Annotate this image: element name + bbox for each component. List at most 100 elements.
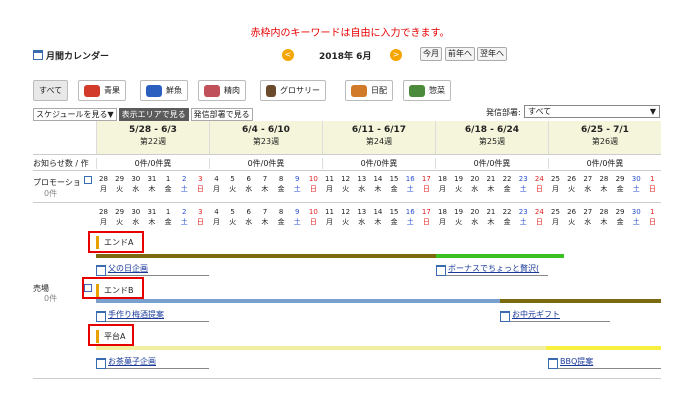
- event-item[interactable]: 手作り梅酒提案: [96, 309, 209, 322]
- weekday-label: 日: [648, 218, 656, 226]
- category-label: 日配: [371, 86, 387, 95]
- add-icon[interactable]: [84, 176, 92, 184]
- weekday-label: 土: [406, 218, 414, 226]
- schedule-bar[interactable]: [436, 254, 564, 258]
- day-number: 22: [502, 175, 512, 183]
- day-cell: 18 月: [437, 207, 448, 227]
- weekday-label: 日: [535, 218, 543, 226]
- category-label: すべて: [39, 86, 63, 95]
- event-item[interactable]: お茶菓子企画: [96, 356, 209, 369]
- day-cell: 28 木: [598, 174, 609, 194]
- weekday-label: 金: [164, 218, 172, 226]
- event-item[interactable]: ボーナスでちょっと贅沢(: [436, 263, 548, 276]
- weekday-label: 金: [616, 218, 624, 226]
- day-number: 6: [246, 175, 252, 183]
- day-cell: 9土: [292, 207, 303, 227]
- day-number: 27: [583, 175, 593, 183]
- next-year-button[interactable]: 翌年へ: [477, 47, 507, 61]
- prev-year-button[interactable]: 前年へ: [445, 47, 475, 61]
- weekday-label: 金: [503, 218, 511, 226]
- day-cell: 13 水: [356, 207, 367, 227]
- day-cell: 20 水: [469, 207, 480, 227]
- category-grocery-button[interactable]: グロサリー: [260, 80, 326, 101]
- area-view-button[interactable]: 表示エリアで見る: [118, 108, 189, 121]
- weekday-label: 水: [358, 218, 366, 226]
- weekday-label: 日: [309, 185, 317, 193]
- daily-icon: [351, 84, 367, 97]
- day-cell: 21 木: [485, 174, 496, 194]
- day-cell: 6水: [243, 174, 254, 194]
- next-month-button[interactable]: >: [390, 49, 402, 61]
- schedule-bar[interactable]: [96, 254, 436, 258]
- schedule-bar[interactable]: [96, 299, 500, 303]
- this-month-button[interactable]: 今月: [420, 47, 442, 61]
- weekend-column: [305, 228, 322, 378]
- day-cell: 25 月: [550, 174, 561, 194]
- event-item[interactable]: お中元ギフト: [500, 309, 610, 322]
- day-cell: 29 火: [114, 207, 125, 227]
- weekday-label: 木: [261, 218, 269, 226]
- schedule-bar[interactable]: [546, 346, 661, 350]
- weekday-label: 土: [180, 218, 188, 226]
- weekday-label: 金: [390, 218, 398, 226]
- schedule-view-dropdown[interactable]: スケジュールを見る▼: [33, 108, 117, 121]
- weekday-label: 月: [439, 185, 446, 193]
- dept-label: 発信部署:: [486, 108, 521, 117]
- day-number: 14: [373, 208, 383, 216]
- day-number: 6: [246, 208, 252, 216]
- weekend-column: [531, 228, 548, 378]
- day-cell: 5火: [227, 174, 238, 194]
- day-number: 11: [325, 175, 334, 183]
- schedule-bar[interactable]: [96, 346, 546, 350]
- prev-month-button[interactable]: <: [282, 49, 294, 61]
- day-cell: 3日: [195, 174, 206, 194]
- day-number: 1: [165, 208, 171, 216]
- schedule-bar[interactable]: [500, 299, 661, 303]
- day-number: 28: [99, 208, 108, 216]
- weekday-label: 火: [116, 218, 124, 226]
- day-number: 3: [198, 175, 203, 183]
- dept-view-button[interactable]: 発信部署で見る: [190, 108, 253, 121]
- meat-icon: [204, 84, 220, 97]
- weekday-label: 木: [487, 185, 495, 193]
- weekday-label: 金: [390, 185, 398, 193]
- category-all-button[interactable]: すべて: [33, 80, 69, 101]
- day-number: 10: [308, 208, 318, 216]
- keyword-highlight: [88, 231, 144, 253]
- day-number: 23: [518, 175, 528, 183]
- weekday-label: 木: [374, 218, 382, 226]
- weekday-label: 火: [568, 185, 576, 193]
- weekday-label: 月: [100, 185, 107, 193]
- keyword-highlight: [82, 277, 144, 299]
- day-number: 17: [421, 175, 431, 183]
- day-cell: 8金: [276, 174, 287, 194]
- day-number: 18: [438, 208, 447, 216]
- day-number: 30: [631, 208, 641, 216]
- day-number: 13: [357, 175, 367, 183]
- weekday-label: 日: [309, 218, 317, 226]
- category-produce-button[interactable]: 青果: [78, 80, 126, 101]
- day-cell: 19 火: [453, 207, 464, 227]
- news-count: 0件/0件異: [322, 158, 435, 169]
- category-daily-button[interactable]: 日配: [345, 80, 393, 101]
- weekday-label: 火: [455, 218, 463, 226]
- day-cell: 26 火: [566, 207, 577, 227]
- day-number: 27: [583, 208, 593, 216]
- day-cell: 24 日: [534, 174, 545, 194]
- category-meat-button[interactable]: 精肉: [198, 80, 246, 101]
- day-number: 20: [470, 175, 480, 183]
- day-number: 13: [357, 208, 367, 216]
- event-item[interactable]: BBQ提案: [548, 356, 661, 369]
- weekday-label: 土: [406, 185, 414, 193]
- day-cell: 31 木: [146, 174, 157, 194]
- day-cell: 25 月: [550, 207, 561, 227]
- day-cell: 29 火: [114, 174, 125, 194]
- category-deli-button[interactable]: 惣菜: [403, 80, 451, 101]
- category-fish-button[interactable]: 鮮魚: [140, 80, 188, 101]
- dept-select[interactable]: すべて ▼: [524, 105, 660, 118]
- event-item[interactable]: 父の日企画: [96, 263, 209, 276]
- weekday-label: 月: [552, 185, 559, 193]
- day-cell: 30 水: [130, 207, 141, 227]
- day-cell: 29 金: [615, 174, 626, 194]
- weekday-label: 水: [584, 185, 592, 193]
